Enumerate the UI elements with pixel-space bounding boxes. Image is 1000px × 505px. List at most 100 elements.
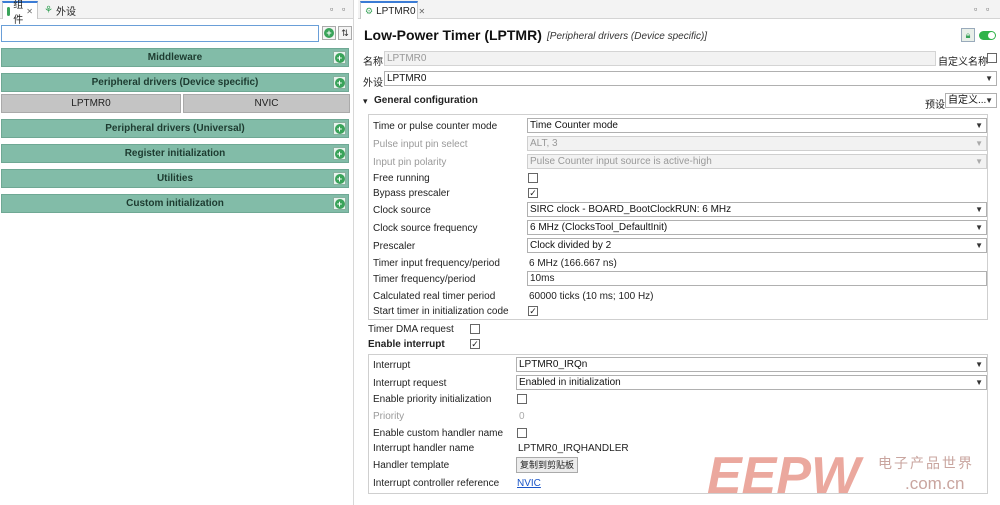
close-icon[interactable]: ✕ — [26, 7, 33, 16]
peripheral-select[interactable]: LPTMR0 ▼ — [384, 71, 997, 86]
dma-checkbox[interactable] — [470, 324, 480, 334]
chevron-down-icon: ▼ — [975, 121, 983, 130]
category-peripheral-device-specific[interactable]: Peripheral drivers (Device specific) + — [1, 73, 349, 92]
chevron-down-icon: ▼ — [975, 378, 983, 387]
custom-handler-checkbox[interactable] — [517, 428, 527, 438]
peripheral-label: 外设 — [363, 78, 383, 89]
add-button[interactable]: + — [333, 197, 346, 210]
add-button[interactable]: + — [333, 76, 346, 89]
interrupt-label: Interrupt — [373, 360, 411, 371]
enable-toggle[interactable] — [979, 31, 996, 40]
peripherals-icon: ⚘ — [44, 4, 53, 16]
pin-select-value: ALT, 3 — [530, 138, 558, 149]
sort-button[interactable]: ⇅ — [338, 26, 352, 40]
minimize-icon[interactable]: ▫ — [974, 4, 978, 14]
tab-components-label: 组件 — [13, 0, 24, 26]
chevron-down-icon: ▼ — [975, 241, 983, 250]
right-tab-bar: ⚙ LPTMR0 ✕ ▫ ▫ — [358, 0, 1000, 19]
handler-template-label: Handler template — [373, 460, 450, 471]
priority-init-label: Enable priority initialization — [373, 394, 492, 405]
bypass-checkbox[interactable]: ✓ — [528, 188, 538, 198]
watermark-cn-text: 电子产品世界 — [878, 455, 974, 471]
component-search-input[interactable] — [1, 25, 319, 42]
tab-peripherals[interactable]: ⚘ 外设 — [40, 1, 80, 19]
request-select[interactable]: Enabled in initialization ▼ — [516, 375, 987, 390]
custom-name-label: 自定义名称 — [938, 57, 988, 68]
page-subtitle: [Peripheral drivers (Device specific)] — [547, 31, 708, 42]
plus-icon: + — [334, 173, 345, 184]
custom-name-checkbox[interactable] — [987, 53, 997, 63]
copy-to-clipboard-button[interactable]: 复制到剪贴板 — [516, 457, 579, 473]
add-button[interactable]: + — [333, 147, 346, 160]
clock-freq-value: 6 MHz (ClocksTool_DefaultInit) — [530, 222, 668, 233]
enable-interrupt-label: Enable interrupt — [368, 339, 445, 350]
mode-label: Time or pulse counter mode — [373, 121, 498, 132]
name-label: 名称 — [363, 57, 383, 68]
mode-select[interactable]: Time Counter mode ▼ — [527, 118, 987, 133]
component-label: NVIC — [254, 98, 279, 109]
category-label: Middleware — [147, 52, 203, 63]
add-button[interactable]: + — [333, 51, 346, 64]
calc-period-value: 60000 ticks (10 ms; 100 Hz) — [529, 291, 654, 302]
chevron-down-icon: ▼ — [975, 205, 983, 214]
pin-select-select: ALT, 3 ▼ — [527, 136, 987, 151]
free-running-checkbox[interactable] — [528, 173, 538, 183]
chevron-down-icon: ▼ — [985, 74, 993, 83]
enable-interrupt-checkbox[interactable]: ✓ — [470, 339, 480, 349]
add-button[interactable]: + — [333, 172, 346, 185]
general-config-header[interactable]: General configuration — [374, 95, 478, 106]
tab-lptmr0[interactable]: ⚙ LPTMR0 ✕ — [360, 1, 425, 19]
priority-label: Priority — [373, 411, 405, 422]
component-nvic[interactable]: NVIC — [183, 94, 350, 113]
clock-freq-select[interactable]: 6 MHz (ClocksTool_DefaultInit) ▼ — [527, 220, 987, 235]
chevron-down-icon: ▼ — [975, 223, 983, 232]
category-register-initialization[interactable]: Register initialization + — [1, 144, 349, 163]
category-middleware[interactable]: Middleware + — [1, 48, 349, 67]
minimize-icon[interactable]: ▫ — [330, 4, 334, 14]
clock-source-select[interactable]: SIRC clock - BOARD_BootClockRUN: 6 MHz ▼ — [527, 202, 987, 217]
nvic-link[interactable]: NVIC — [517, 478, 541, 489]
prescaler-select[interactable]: Clock divided by 2 ▼ — [527, 238, 987, 253]
close-icon[interactable]: ✕ — [419, 7, 426, 16]
left-tab-bar: 组件 ✕ ⚘ 外设 ▫ ▫ — [0, 0, 353, 26]
watermark-url: .com.cn — [905, 474, 965, 493]
request-label: Interrupt request — [373, 378, 447, 389]
name-field[interactable]: LPTMR0 — [384, 51, 936, 66]
plus-icon: + — [334, 198, 345, 209]
clock-source-label: Clock source — [373, 205, 431, 216]
timer-freq-input[interactable]: 10ms — [527, 271, 987, 286]
lock-icon[interactable]: 🔒︎ — [961, 28, 975, 42]
prescaler-value: Clock divided by 2 — [530, 240, 612, 251]
category-peripheral-universal[interactable]: Peripheral drivers (Universal) + — [1, 119, 349, 138]
priority-init-checkbox[interactable] — [517, 394, 527, 404]
interrupt-select[interactable]: LPTMR0_IRQn ▼ — [516, 357, 987, 372]
category-utilities[interactable]: Utilities + — [1, 169, 349, 188]
start-timer-checkbox[interactable]: ✓ — [528, 306, 538, 316]
controller-ref-label: Interrupt controller reference — [373, 478, 500, 489]
clock-freq-label: Clock source frequency — [373, 223, 478, 234]
plus-icon: + — [334, 148, 345, 159]
category-label: Utilities — [156, 173, 194, 184]
calc-period-label: Calculated real timer period — [373, 291, 496, 302]
pin-polarity-value: Pulse Counter input source is active-hig… — [530, 156, 712, 167]
chevron-down-icon: ▼ — [975, 157, 983, 166]
add-button[interactable]: + — [333, 122, 346, 135]
add-component-button[interactable]: + — [322, 26, 336, 40]
component-lptmr0[interactable]: LPTMR0 — [1, 94, 181, 113]
preset-label: 预设 — [925, 100, 945, 111]
maximize-icon[interactable]: ▫ — [342, 4, 346, 14]
page-title: Low-Power Timer (LPTMR) — [364, 27, 542, 43]
preset-select[interactable]: 自定义... ▼ — [945, 93, 997, 108]
plus-icon: + — [334, 77, 345, 88]
input-freq-value: 6 MHz (166.667 ns) — [529, 258, 617, 269]
pin-select-label: Pulse input pin select — [373, 139, 468, 150]
maximize-icon[interactable]: ▫ — [986, 4, 990, 14]
tab-components[interactable]: 组件 ✕ — [2, 0, 38, 26]
category-label: Register initialization — [124, 148, 226, 159]
custom-handler-label: Enable custom handler name — [373, 428, 504, 439]
sort-icon: ⇅ — [341, 27, 349, 38]
input-freq-label: Timer input frequency/period — [373, 258, 500, 269]
category-custom-initialization[interactable]: Custom initialization + — [1, 194, 349, 213]
handler-name-label: Interrupt handler name — [373, 443, 475, 454]
collapse-chevron-icon[interactable]: ▾ — [363, 96, 368, 107]
